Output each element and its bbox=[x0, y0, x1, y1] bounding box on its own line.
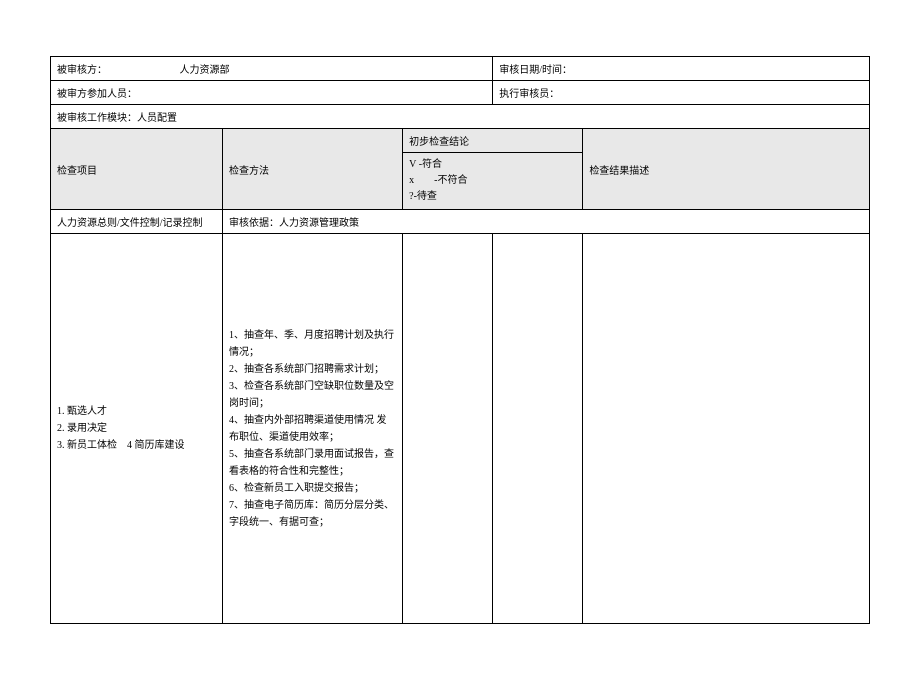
audited-party-label: 被审核方： bbox=[57, 61, 107, 76]
header-row-2: 被审方参加人员： 执行审核员： bbox=[51, 81, 870, 105]
result-desc-cell bbox=[583, 234, 870, 624]
col-check-item: 检查项目 bbox=[51, 129, 223, 210]
basis-left: 人力资源总则/文件控制/记录控制 bbox=[51, 210, 223, 234]
participants-cell: 被审方参加人员： bbox=[51, 81, 493, 105]
audited-party-cell: 被审核方： 人力资源部 bbox=[51, 57, 493, 81]
header-row-1: 被审核方： 人力资源部 审核日期/时间： bbox=[51, 57, 870, 81]
conclusion-legend-cell: V -符合 x -不符合 ?-待查 bbox=[403, 153, 583, 210]
basis-row: 人力资源总则/文件控制/记录控制 审核依据：人力资源管理政策 bbox=[51, 210, 870, 234]
legend-nonconform: x -不符合 bbox=[409, 173, 576, 189]
col-check-method: 检查方法 bbox=[222, 129, 402, 210]
module-cell: 被审核工作模块：人员配置 bbox=[51, 105, 870, 129]
legend-pending: ?-待查 bbox=[409, 189, 576, 205]
conclusion-cell-1 bbox=[403, 234, 493, 624]
col-result-desc: 检查结果描述 bbox=[583, 129, 870, 210]
audit-date-label: 审核日期/时间： bbox=[499, 65, 572, 76]
content-row: 1. 甄选人才 2. 录用决定 3. 新员工体检 4 简历库建设 1、抽查年、季… bbox=[51, 234, 870, 624]
auditor-cell: 执行审核员： bbox=[493, 81, 870, 105]
legend-conform: V -符合 bbox=[409, 157, 576, 173]
basis-right: 审核依据：人力资源管理政策 bbox=[222, 210, 869, 234]
conclusion-cell-2 bbox=[493, 234, 583, 624]
check-methods-cell: 1、抽查年、季、月度招聘计划及执行 情况； 2、抽查各系统部门招聘需求计划； 3… bbox=[222, 234, 402, 624]
auditor-label: 执行审核员： bbox=[499, 89, 559, 100]
col-prelim-conclusion: 初步检查结论 bbox=[403, 129, 583, 153]
audit-form-table: 被审核方： 人力资源部 审核日期/时间： 被审方参加人员： 执行审核员： 被审核… bbox=[50, 56, 870, 624]
column-header-row-1: 检查项目 检查方法 初步检查结论 检查结果描述 bbox=[51, 129, 870, 153]
audit-date-cell: 审核日期/时间： bbox=[493, 57, 870, 81]
module-row: 被审核工作模块：人员配置 bbox=[51, 105, 870, 129]
participants-label: 被审方参加人员： bbox=[57, 89, 137, 100]
check-items-cell: 1. 甄选人才 2. 录用决定 3. 新员工体检 4 简历库建设 bbox=[51, 234, 223, 624]
audited-party-value: 人力资源部 bbox=[180, 61, 230, 76]
module-label: 被审核工作模块：人员配置 bbox=[57, 113, 177, 124]
